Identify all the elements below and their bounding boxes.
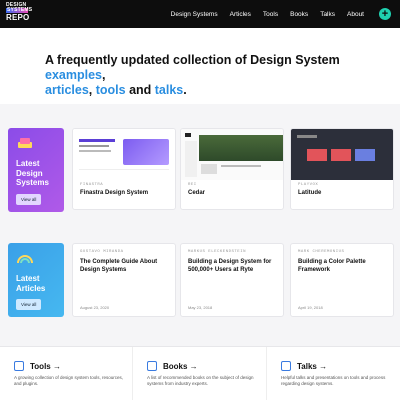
nav-articles[interactable]: Articles [230, 11, 251, 18]
latest-design-systems-panel: Latest Design Systems View all [8, 128, 64, 212]
layers-icon [18, 138, 32, 148]
talks-section[interactable]: Talks → Helpful talks and presentations … [266, 347, 396, 400]
latitude-thumbnail [291, 129, 393, 180]
finastra-thumbnail [73, 129, 175, 180]
books-icon [147, 361, 157, 371]
article-date: April 19, 2018 [298, 305, 323, 310]
top-navbar: DESIGN SYSTEMS REPO Design Systems Artic… [0, 0, 400, 28]
article-card[interactable]: MARKUS ELECKENDSTEIN Building a Design S… [180, 243, 284, 317]
tools-icon [14, 361, 24, 371]
card-name: Cedar [188, 190, 206, 196]
hero-title: A frequently updated collection of Desig… [45, 53, 365, 98]
card-name: Finastra Design System [80, 190, 149, 196]
latest-articles-title: Latest Articles [16, 274, 46, 293]
hero-and: and [125, 83, 155, 97]
nav-design-systems[interactable]: Design Systems [171, 11, 218, 18]
article-title: Building a Color Palette Framework [298, 259, 366, 273]
article-author: GUSTAVO MIRANDA [80, 250, 124, 254]
tools-title[interactable]: Tools → [30, 362, 61, 371]
article-card[interactable]: GUSTAVO MIRANDA The Complete Guide About… [72, 243, 176, 317]
card-name: Latitude [298, 190, 322, 196]
talks-icon [281, 361, 291, 371]
hero-end: . [183, 83, 187, 97]
nav-talks[interactable]: Talks [320, 11, 335, 18]
hero-comma-2: , [88, 83, 96, 97]
article-date: August 23, 2020 [80, 305, 110, 310]
article-card[interactable]: MARK CHEREMONIUS Building a Color Palett… [290, 243, 394, 317]
article-date: May 23, 2018 [188, 305, 213, 310]
hero-section: A frequently updated collection of Desig… [0, 28, 400, 104]
card-category: FINASTRA [80, 183, 104, 187]
nav-books[interactable]: Books [290, 11, 308, 18]
design-system-card[interactable]: FINASTRA Finastra Design System [72, 128, 176, 210]
latest-articles-panel: Latest Articles View all [8, 243, 64, 317]
logo-line-3: REPO [6, 13, 30, 22]
nav-about[interactable]: About [347, 11, 364, 18]
hero-text-pre: A frequently updated collection of Desig… [45, 53, 340, 67]
view-all-design-systems-button[interactable]: View all [16, 193, 42, 205]
cedar-thumbnail [181, 129, 283, 180]
hero-link-examples[interactable]: examples [45, 68, 102, 82]
hero-link-tools[interactable]: tools [96, 83, 126, 97]
card-category: PLAYVOX [298, 183, 319, 187]
hero-comma-1: , [101, 68, 106, 82]
hero-link-talks[interactable]: talks [155, 83, 184, 97]
view-all-articles-button[interactable]: View all [16, 299, 42, 310]
design-system-card[interactable]: REI Cedar [180, 128, 284, 210]
nav-tools[interactable]: Tools [263, 11, 278, 18]
article-author: MARK CHEREMONIUS [298, 250, 345, 254]
rainbow-icon [17, 255, 33, 264]
site-logo[interactable]: DESIGN SYSTEMS REPO [6, 3, 32, 25]
tools-section[interactable]: Tools → A growing collection of design s… [0, 347, 130, 400]
add-button[interactable]: + [379, 8, 391, 20]
tools-description: A growing collection of design system to… [14, 375, 124, 386]
article-title: Building a Design System for 500,000+ Us… [188, 259, 272, 273]
main-nav: Design Systems Articles Tools Books Talk… [171, 0, 364, 28]
article-title: The Complete Guide About Design Systems [80, 259, 158, 273]
latest-design-systems-title: Latest Design Systems [16, 159, 49, 187]
books-section[interactable]: Books → A list of recommended books on t… [132, 347, 262, 400]
talks-title[interactable]: Talks → [297, 362, 327, 371]
books-description: A list of recommended books on the subje… [147, 375, 254, 386]
books-title[interactable]: Books → [163, 362, 198, 371]
card-category: REI [188, 183, 197, 187]
article-author: MARKUS ELECKENDSTEIN [188, 250, 247, 254]
talks-description: Helpful talks and presentations on tools… [281, 375, 386, 386]
resource-sections: Tools → A growing collection of design s… [0, 346, 400, 400]
hero-link-articles[interactable]: articles [45, 83, 89, 97]
design-system-card[interactable]: PLAYVOX Latitude [290, 128, 394, 210]
